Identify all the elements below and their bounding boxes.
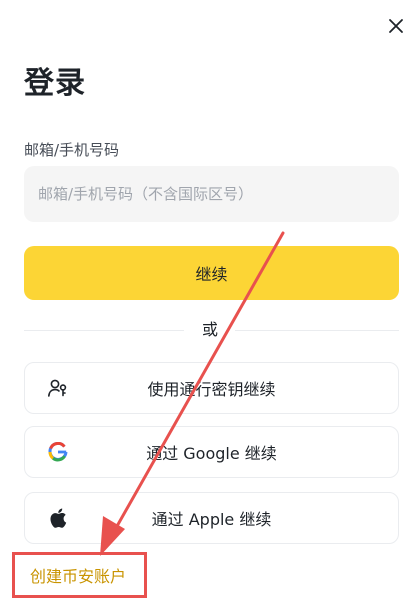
divider-or-text: 或	[201, 320, 218, 339]
apple-continue-button[interactable]: 通过 Apple 继续	[24, 492, 399, 544]
page-title: 登录	[24, 66, 86, 101]
email-phone-label: 邮箱/手机号码	[24, 141, 120, 159]
continue-button-label: 继续	[195, 265, 228, 284]
email-phone-input[interactable]	[24, 166, 399, 222]
divider-line-right	[235, 330, 399, 331]
passkey-continue-label: 使用通行密钥继续	[147, 380, 276, 399]
continue-button[interactable]: 继续	[24, 246, 399, 300]
google-continue-button[interactable]: 通过 Google 继续	[24, 426, 399, 478]
highlight-box	[12, 552, 147, 598]
close-icon	[388, 18, 404, 38]
apple-continue-label: 通过 Apple 继续	[151, 510, 272, 529]
close-button[interactable]	[382, 14, 410, 42]
passkey-continue-button[interactable]: 使用通行密钥继续	[24, 362, 399, 414]
divider-line-left	[24, 330, 184, 331]
google-continue-label: 通过 Google 继续	[146, 444, 277, 463]
